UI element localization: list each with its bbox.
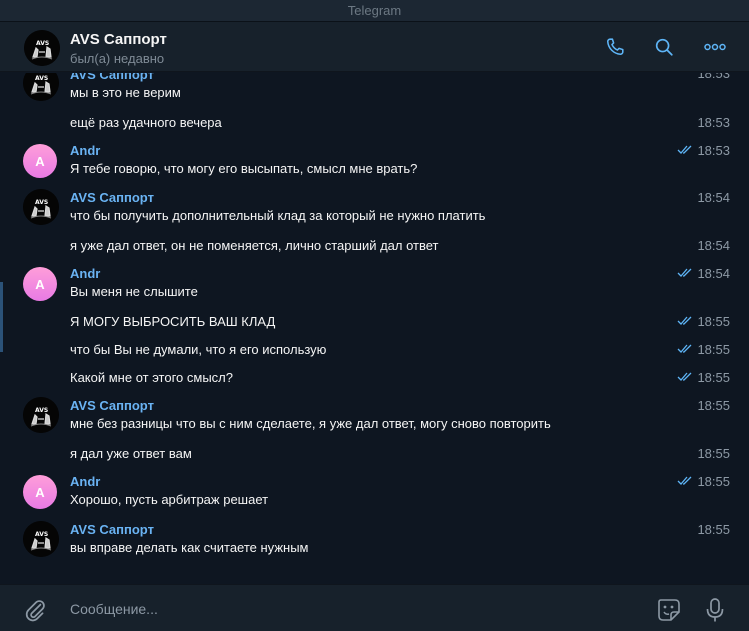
- message-text: вы вправе делать как считаете нужным: [70, 540, 309, 555]
- sender-name[interactable]: AVS Саппорт: [70, 73, 154, 82]
- call-button[interactable]: [602, 34, 628, 60]
- sender-avatar[interactable]: A: [23, 144, 57, 178]
- sender-name[interactable]: AVS Саппорт: [70, 398, 154, 413]
- search-icon: [655, 38, 673, 56]
- message-input[interactable]: Сообщение...: [70, 601, 158, 617]
- more-button[interactable]: [702, 34, 728, 60]
- window-title: Telegram: [347, 3, 402, 18]
- sender-avatar[interactable]: AVS: [23, 521, 59, 557]
- avatar-letter: A: [23, 144, 57, 178]
- message-time: 18:53: [697, 115, 730, 130]
- message-list[interactable]: AVS AVS Саппорт мы в это не верим 18:53 …: [0, 73, 749, 583]
- microphone-icon: [706, 598, 724, 622]
- sender-name[interactable]: AVS Саппорт: [70, 190, 154, 205]
- search-button[interactable]: [651, 34, 677, 60]
- message-composer: Сообщение...: [0, 584, 749, 631]
- avs-logo-icon: AVS: [23, 189, 59, 225]
- message-text: Я тебе говорю, что могу его высыпать, см…: [70, 161, 418, 176]
- message-text: я дал уже ответ вам: [70, 446, 192, 461]
- message-text: я уже дал ответ, он не поменяется, лично…: [70, 238, 439, 253]
- sticker-emoji-icon: [658, 599, 680, 621]
- paperclip-icon: [25, 600, 45, 622]
- message-time: 18:55: [697, 342, 730, 357]
- svg-text:AVS: AVS: [35, 199, 48, 206]
- message-time: 18:55: [697, 314, 730, 329]
- phone-icon: [606, 38, 624, 56]
- avs-logo-icon: AVS: [23, 73, 59, 101]
- double-check-icon: [677, 344, 692, 353]
- chat-title: AVS Саппорт: [70, 31, 167, 48]
- message-time: 18:55: [697, 474, 730, 489]
- voice-record-button[interactable]: [703, 596, 727, 629]
- chat-avatar[interactable]: AVS: [24, 30, 60, 66]
- double-check-icon: [677, 316, 692, 325]
- message-time: 18:55: [697, 398, 730, 413]
- double-check-icon: [677, 372, 692, 381]
- telegram-window: Telegram AVS AVS Саппорт был(а) недавно: [0, 0, 749, 631]
- message-time: 18:55: [697, 446, 730, 461]
- more-dots-icon: [704, 43, 726, 51]
- message-time: 18:55: [697, 522, 730, 537]
- message-time: 18:55: [697, 370, 730, 385]
- sender-name[interactable]: Andr: [70, 474, 100, 489]
- sender-avatar[interactable]: AVS: [23, 397, 59, 433]
- message-text: мы в это не верим: [70, 85, 181, 100]
- avs-logo-icon: AVS: [23, 397, 59, 433]
- message-text: мне без разницы что вы с ним сделаете, я…: [70, 416, 551, 431]
- window-titlebar: Telegram: [0, 0, 749, 22]
- message-text: ещё раз удачного вечера: [70, 115, 222, 130]
- message-time: 18:54: [697, 238, 730, 253]
- chat-header[interactable]: AVS AVS Саппорт был(а) недавно: [0, 22, 749, 72]
- double-check-icon: [677, 145, 692, 154]
- sender-avatar[interactable]: AVS: [23, 73, 59, 101]
- avatar-letter: A: [23, 475, 57, 509]
- emoji-button[interactable]: [655, 596, 683, 629]
- attach-button[interactable]: [22, 597, 48, 628]
- sender-avatar[interactable]: A: [23, 267, 57, 301]
- message-time: 18:54: [697, 190, 730, 205]
- svg-text:AVS: AVS: [35, 407, 48, 414]
- double-check-icon: [677, 268, 692, 277]
- message-time: 18:53: [697, 73, 730, 81]
- message-text: что бы Вы не думали, что я его использую: [70, 342, 327, 357]
- message-text: Вы меня не слышите: [70, 284, 198, 299]
- chat-status: был(а) недавно: [70, 51, 165, 66]
- svg-text:AVS: AVS: [35, 531, 48, 538]
- svg-text:AVS: AVS: [35, 75, 48, 82]
- sender-avatar[interactable]: AVS: [23, 189, 59, 225]
- avs-logo-icon: AVS: [24, 30, 60, 66]
- message-text: что бы получить дополнительный клад за к…: [70, 208, 486, 223]
- message-text: Я МОГУ ВЫБРОСИТЬ ВАШ КЛАД: [70, 314, 276, 329]
- message-text: Хорошо, пусть арбитраж решает: [70, 492, 269, 507]
- message-time: 18:54: [697, 266, 730, 281]
- sender-name[interactable]: Andr: [70, 266, 100, 281]
- message-time: 18:53: [697, 143, 730, 158]
- double-check-icon: [677, 476, 692, 485]
- message-text: Какой мне от этого смысл?: [70, 370, 233, 385]
- sender-name[interactable]: Andr: [70, 143, 100, 158]
- avs-logo-icon: AVS: [23, 521, 59, 557]
- avatar-letter: A: [23, 267, 57, 301]
- sender-avatar[interactable]: A: [23, 475, 57, 509]
- svg-text:AVS: AVS: [36, 40, 49, 47]
- sender-name[interactable]: AVS Саппорт: [70, 522, 154, 537]
